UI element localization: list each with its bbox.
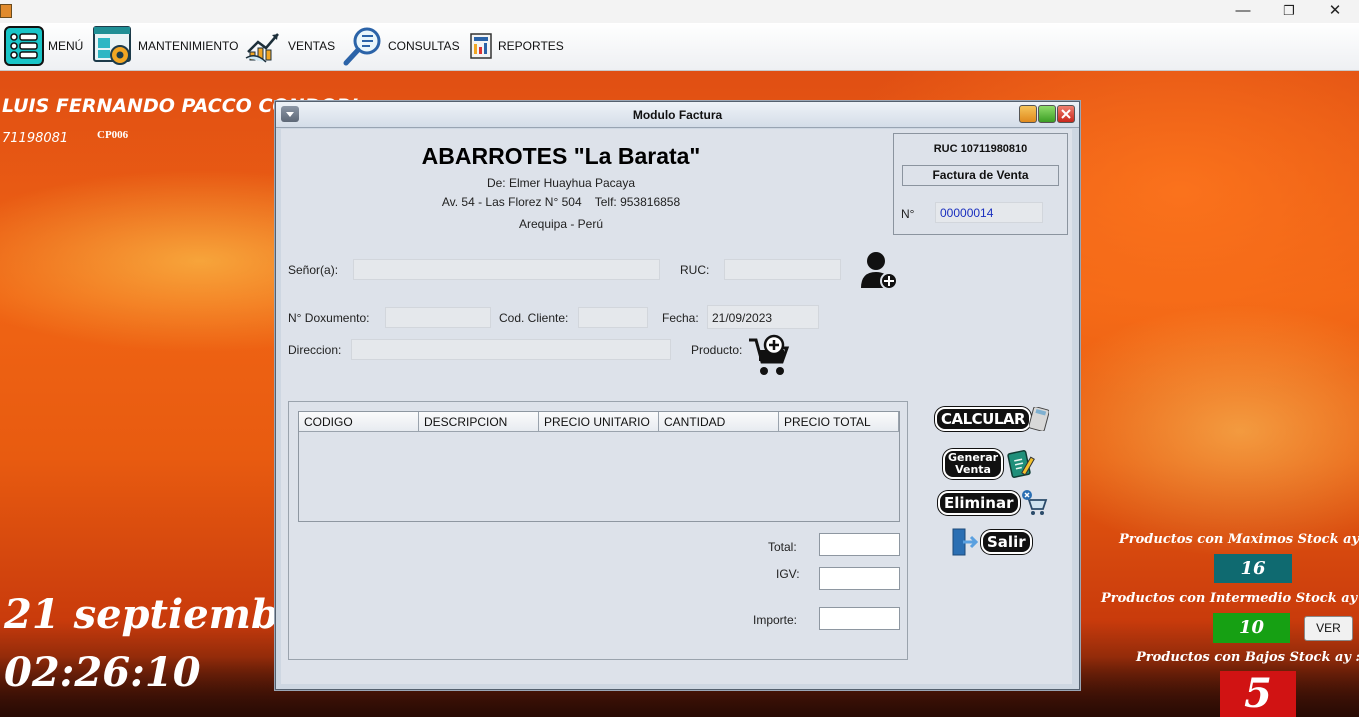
senor-field[interactable] [353,259,660,280]
low-stock-label: Productos con Bajos Stock ay : [1136,650,1359,665]
menu-reportes[interactable]: REPORTES [470,25,564,67]
igv-label: IGV: [776,567,800,581]
ruc-label: RUC: [680,263,710,277]
ruc-box: RUC 10711980810 Factura de Venta N° 0000… [893,133,1068,235]
sales-growth-icon [245,33,279,63]
low-stock-value: 5 [1220,671,1296,717]
ruc-number: RUC 10711980810 [933,143,1028,155]
close-button[interactable]: ✕ [1312,0,1358,23]
list-menu-icon [4,26,44,66]
ver-button[interactable]: VER [1304,616,1353,641]
date-label: Fecha: [662,311,699,325]
doc-type: Factura de Venta [902,165,1059,186]
col-precio-unitario[interactable]: PRECIO UNITARIO [539,412,659,432]
importe-label: Importe: [753,613,798,627]
total-label: Total: [768,540,797,554]
frame-minimize-button[interactable] [1019,105,1037,123]
client-code-field[interactable] [578,307,648,328]
shop-owner: De: Elmer Huayhua Pacaya [486,176,636,190]
menu-menu-label: MENÚ [48,39,84,53]
igv-field[interactable] [819,567,900,590]
factura-title: Modulo Factura [632,108,723,122]
java-app-icon [0,4,12,18]
col-codigo[interactable]: CODIGO [299,412,419,432]
product-label: Producto: [691,343,743,357]
exit-door-icon [952,528,979,556]
col-cantidad[interactable]: CANTIDAD [659,412,779,432]
importe-field[interactable] [819,607,900,630]
report-icon [470,33,492,59]
menu-bar: MENÚ MANTENIMIENTO VENTAS CONSULTAS REPO… [0,23,1359,71]
window-titlebar: — ❐ ✕ [0,0,1359,23]
eliminar-label: Eliminar [938,491,1020,515]
search-icon [343,27,381,66]
frame-maximize-button[interactable] [1038,105,1056,123]
salir-button[interactable]: Salir [951,527,1032,557]
senor-label: Señor(a): [288,263,339,277]
document-pencil-icon [1007,450,1035,478]
menu-reportes-label: REPORTES [498,39,564,53]
total-field[interactable] [819,533,900,556]
address-label: Direccion: [288,343,342,357]
user-dni: 71198081 [2,131,69,146]
menu-mantenimiento-label: MANTENIMIENTO [138,39,239,53]
shop-address: Av. 54 - Las Florez N° 504 Telf: 9538168… [441,195,681,209]
menu-ventas[interactable]: VENTAS [244,25,335,67]
close-icon [1061,109,1071,119]
add-client-icon[interactable] [860,250,900,292]
menu-ventas-label: VENTAS [288,39,336,53]
detail-panel: CODIGO DESCRIPCION PRECIO UNITARIO CANTI… [288,401,908,660]
generar-label-2: Venta [955,463,991,476]
menu-menu[interactable]: MENÚ [4,25,83,67]
frame-close-button[interactable] [1057,105,1075,123]
detail-table[interactable]: CODIGO DESCRIPCION PRECIO UNITARIO CANTI… [298,411,900,522]
generar-venta-button[interactable]: Generar Venta [943,449,1037,479]
date-field[interactable]: 21/09/2023 [707,305,819,329]
minimize-button[interactable]: — [1220,0,1266,23]
ruc-field[interactable] [724,259,841,280]
menu-consultas[interactable]: CONSULTAS [342,25,460,67]
user-code: CP006 [97,129,129,141]
col-descripcion[interactable]: DESCRIPCION [419,412,539,432]
max-stock-label: Productos con Maximos Stock ay : [1119,532,1359,547]
shop-name: ABARROTES "La Barata" [421,143,701,169]
settings-window-icon [93,26,131,65]
address-field[interactable] [351,339,671,360]
calcular-button[interactable]: CALCULAR [935,407,1050,431]
invoice-number-label: N° [901,207,915,221]
factura-titlebar[interactable]: Modulo Factura [276,102,1079,128]
shop-city: Arequipa - Perú [518,217,604,231]
max-stock-value: 16 [1214,554,1292,583]
factura-content: ABARROTES "La Barata" De: Elmer Huayhua … [281,129,1072,684]
eliminar-button[interactable]: Eliminar [938,489,1049,517]
menu-mantenimiento[interactable]: MANTENIMIENTO [92,25,238,67]
col-precio-total[interactable]: PRECIO TOTAL [779,412,899,432]
factura-window: Modulo Factura ABARROTES "La Barata" De:… [275,101,1080,690]
menu-consultas-label: CONSULTAS [388,39,460,53]
client-code-label: Cod. Cliente: [499,311,569,325]
calculator-icon [1029,407,1050,431]
clock-time: 02:26:10 [4,649,201,696]
mid-stock-label: Productos con Intermedio Stock ay : [1101,591,1359,606]
invoice-number-field[interactable]: 00000014 [935,202,1043,223]
salir-label: Salir [981,530,1032,554]
add-product-cart-icon[interactable] [747,334,791,378]
doc-number-label: N° Doxumento: [288,311,370,325]
calcular-label: CALCULAR [935,407,1032,431]
mid-stock-value: 10 [1213,613,1290,643]
remove-cart-icon [1021,490,1047,515]
maximize-button[interactable]: ❐ [1266,0,1312,23]
doc-number-field[interactable] [385,307,491,328]
